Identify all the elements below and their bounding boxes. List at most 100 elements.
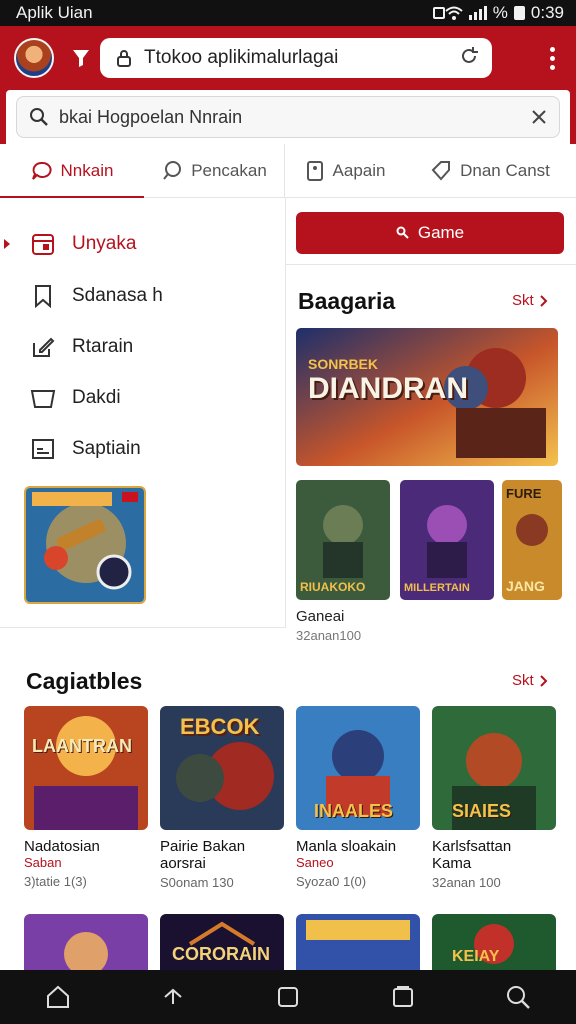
section-title: Cagiatbles	[26, 668, 143, 694]
edit-box-icon	[30, 334, 56, 360]
avatar[interactable]	[14, 38, 54, 78]
tag-icon	[431, 161, 451, 181]
bottom-navigation	[0, 970, 576, 1024]
search-bubble-icon	[163, 161, 182, 180]
game-card-name: Manla sloakain	[296, 838, 397, 855]
signal-icon	[468, 6, 487, 20]
see-all-link[interactable]: Skt	[512, 292, 548, 309]
basket-icon	[30, 385, 56, 411]
tab-pencakan[interactable]: Pencakan	[144, 144, 284, 198]
tab-icon[interactable]	[268, 977, 308, 1017]
featured-banner[interactable]: SONRBEK DIANDRAN	[296, 328, 558, 466]
menu-item-label: Dakdi	[72, 386, 121, 408]
see-all-label: Skt	[512, 292, 534, 309]
game-thumb[interactable]: FURE JANG	[502, 480, 562, 600]
clock: 0:39	[530, 3, 564, 22]
search-area: bkai Hogpoelan Nnrain	[0, 90, 576, 144]
tab-nnkain[interactable]: Nnkain	[0, 144, 144, 199]
chevron-right-icon	[539, 294, 548, 307]
banner-subtitle: SONRBEK	[308, 356, 379, 372]
screen: Aplik Uian % 0:39 Ttokoo aplikimalurlaga…	[0, 0, 576, 1024]
url-bar[interactable]: Ttokoo aplikimalurlagai	[100, 38, 492, 78]
game-card-partial[interactable]	[296, 914, 420, 974]
card-icon	[30, 436, 56, 462]
game-card-tag: Saban	[24, 855, 62, 870]
see-all-link[interactable]: Skt	[512, 672, 548, 689]
menu-item-dakdi[interactable]: Dakdi	[0, 372, 286, 423]
thumb-title: RIUAKOKO	[300, 580, 366, 594]
game-card-name: Pairie Bakan	[160, 838, 246, 855]
bookmark-icon	[30, 283, 56, 309]
wifi-icon	[445, 6, 463, 20]
game-meta: 32anan100	[296, 628, 362, 643]
tab-label: Nnkain	[60, 161, 114, 180]
game-card-image: EBCOK	[160, 706, 284, 830]
game-card-subname: aorsrai	[160, 855, 206, 872]
menu-item-label: Rtarain	[72, 335, 134, 357]
phone-icon	[306, 161, 323, 181]
battery-text: %	[492, 3, 508, 22]
game-thumb[interactable]: MILLERTAIN	[400, 480, 494, 600]
card-art-text: EBCOK	[180, 714, 260, 739]
game-card[interactable]: LAANTRAN Nadatosian Saban 3)tatie 1(3)	[24, 706, 148, 891]
menu-item-unyaka[interactable]: Unyaka	[0, 218, 286, 269]
back-icon[interactable]	[153, 977, 193, 1017]
status-bar: Aplik Uian % 0:39	[0, 0, 576, 26]
game-card-image: INAALES	[296, 706, 420, 830]
key-icon	[396, 226, 409, 239]
game-button[interactable]: Game	[296, 212, 564, 254]
menu-item-saptiain[interactable]: Saptiain	[0, 423, 286, 474]
game-card[interactable]: INAALES Manla sloakain Saneo Syoza0 1(0)	[296, 706, 420, 891]
game-button-label: Game	[417, 223, 465, 242]
divider	[286, 264, 576, 265]
active-indicator	[4, 238, 10, 249]
overflow-menu-icon[interactable]	[542, 46, 562, 70]
home-icon[interactable]	[38, 977, 78, 1017]
menu-item-sdanasa[interactable]: Sdanasa h	[0, 270, 286, 321]
game-card[interactable]: EBCOK Pairie Bakan aorsrai S0onam 130	[160, 706, 284, 892]
menu-item-label: Saptiain	[72, 437, 141, 459]
promo-game-image[interactable]	[24, 486, 146, 604]
chevron-right-icon	[539, 674, 548, 687]
banner-title: DIANDRAN	[308, 372, 468, 405]
card-art-text: CORORAIN	[172, 944, 270, 964]
tab-aapain[interactable]: Aapain	[285, 144, 405, 198]
tabs-icon[interactable]	[383, 977, 423, 1017]
thumb-title: MILLERTAIN	[404, 582, 470, 594]
game-card-partial[interactable]	[24, 914, 148, 974]
filter-icon[interactable]	[68, 45, 94, 71]
battery-icon	[513, 6, 525, 20]
clear-icon[interactable]	[531, 109, 547, 125]
game-card[interactable]: SIAIES Karlsfsattan Kama 32anan 100	[432, 706, 556, 892]
game-card-tag: Saneo	[296, 855, 334, 870]
game-card-partial[interactable]: CORORAIN	[160, 914, 284, 974]
thumb-top-label: FURE	[506, 486, 542, 501]
reload-icon[interactable]	[458, 45, 480, 72]
see-all-label: Skt	[512, 672, 534, 689]
game-card-image: SIAIES	[432, 706, 556, 830]
search-container: bkai Hogpoelan Nnrain	[6, 90, 570, 144]
game-card-subname: Kama	[432, 855, 472, 872]
game-card-partial[interactable]: KEIAY	[432, 914, 556, 974]
tab-dnan-canst[interactable]: Dnan Canst	[405, 144, 575, 198]
search-icon[interactable]	[498, 977, 538, 1017]
card-art-text: KEIAY	[452, 948, 500, 965]
card-art-text: LAANTRAN	[32, 736, 132, 756]
search-query: bkai Hogpoelan Nnrain	[59, 106, 243, 127]
search-input[interactable]: bkai Hogpoelan Nnrain	[16, 96, 560, 138]
menu-item-rtarain[interactable]: Rtarain	[0, 321, 286, 372]
game-name: Ganeai	[296, 608, 345, 625]
menu-item-label: Unyaka	[72, 232, 137, 254]
calendar-icon	[30, 231, 56, 257]
menu-item-label: Sdanasa h	[72, 284, 163, 306]
side-menu: Unyaka Sdanasa h Rtarain Dakdi Saptiain	[0, 198, 286, 628]
search-icon	[30, 108, 48, 126]
card-art-text: INAALES	[314, 801, 394, 821]
url-text: Ttokoo aplikimalurlagai	[144, 47, 339, 68]
game-thumb[interactable]: RIUAKOKO	[296, 480, 390, 600]
content-panel: Game Baagaria Skt SONRBEK DIANDRAN RIUAK…	[286, 198, 576, 648]
game-card-image: LAANTRAN	[24, 706, 148, 830]
tab-label: Pencakan	[191, 161, 267, 180]
tab-label: Aapain	[332, 161, 386, 180]
card-art-text: SIAIES	[452, 801, 512, 821]
